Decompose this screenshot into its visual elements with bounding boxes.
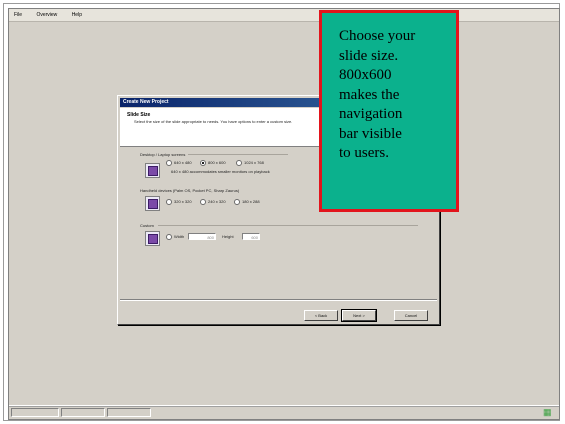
- desktop-section-label: Desktop / Laptop screens: [140, 152, 186, 157]
- custom-width-input[interactable]: 800: [188, 233, 216, 240]
- radio-180x288[interactable]: 180 x 288: [234, 199, 260, 205]
- radio-dot-icon: [200, 199, 206, 205]
- radio-640x480[interactable]: 640 x 480: [166, 160, 192, 166]
- custom-section-label: Custom: [140, 223, 154, 228]
- next-button[interactable]: Next >: [341, 309, 377, 322]
- custom-section-divider: [158, 225, 418, 226]
- radio-custom-width[interactable]: Width: [166, 234, 184, 240]
- cancel-button[interactable]: Cancel: [394, 310, 428, 321]
- callout-line: slide size.: [339, 47, 399, 64]
- callout-line: makes the: [339, 86, 400, 103]
- radio-dot-icon: [166, 234, 172, 240]
- radio-1024x768[interactable]: 1024 x 768: [236, 160, 264, 166]
- status-bar: ▦: [9, 405, 559, 419]
- status-pane-1: [11, 408, 59, 417]
- desktop-note: 640 x 480 accommodates smaller monitors …: [171, 169, 270, 174]
- radio-240x320[interactable]: 240 x 320: [200, 199, 226, 205]
- menu-help[interactable]: Help: [72, 12, 82, 18]
- radio-800x600[interactable]: 800 x 600: [200, 160, 226, 166]
- button-separator: [120, 299, 437, 301]
- radio-dot-icon: [234, 199, 240, 205]
- status-pane-2: [61, 408, 105, 417]
- header-title: Slide Size: [127, 112, 151, 118]
- menu-overview[interactable]: Overview: [36, 12, 57, 18]
- radio-dot-icon: [166, 160, 172, 166]
- callout-line: navigation: [339, 106, 403, 122]
- radio-dot-icon: [166, 199, 172, 205]
- handheld-device-icon: [145, 196, 160, 211]
- custom-height-label: Height: [222, 234, 234, 239]
- desktop-section-divider: [188, 154, 288, 155]
- handheld-section-label: Handheld devices (Palm OS, Pocket PC, Sh…: [140, 188, 240, 193]
- network-status-icon: ▦: [543, 407, 552, 417]
- menu-file[interactable]: File: [14, 12, 22, 18]
- handheld-options: 320 x 320 240 x 320 180 x 288: [140, 196, 340, 220]
- desktop-options: 640 x 480 800 x 600 1024 x 768 640 x 480…: [140, 160, 340, 184]
- application-window: File Overview Help Create New Project Sl…: [8, 8, 560, 420]
- tip-callout: Choose your slide size. 800x600 makes th…: [319, 10, 459, 212]
- callout-line: bar visible: [339, 125, 402, 142]
- radio-320x320[interactable]: 320 x 320: [166, 199, 192, 205]
- custom-size-icon: [145, 231, 160, 246]
- custom-options: Width 800 Height 600: [140, 231, 360, 255]
- callout-line: 800x600: [339, 67, 392, 83]
- radio-dot-icon: [236, 160, 242, 166]
- callout-text: Choose your slide size. 800x600 makes th…: [339, 27, 457, 164]
- callout-line: to users.: [339, 145, 389, 161]
- status-pane-3: [107, 408, 151, 417]
- menu-bar: File Overview Help: [9, 9, 559, 22]
- back-button[interactable]: < Back: [304, 310, 338, 321]
- callout-line: Choose your: [339, 28, 416, 44]
- desktop-screen-icon: [145, 163, 160, 178]
- radio-dot-selected-icon: [200, 160, 206, 166]
- custom-height-input[interactable]: 600: [242, 233, 260, 240]
